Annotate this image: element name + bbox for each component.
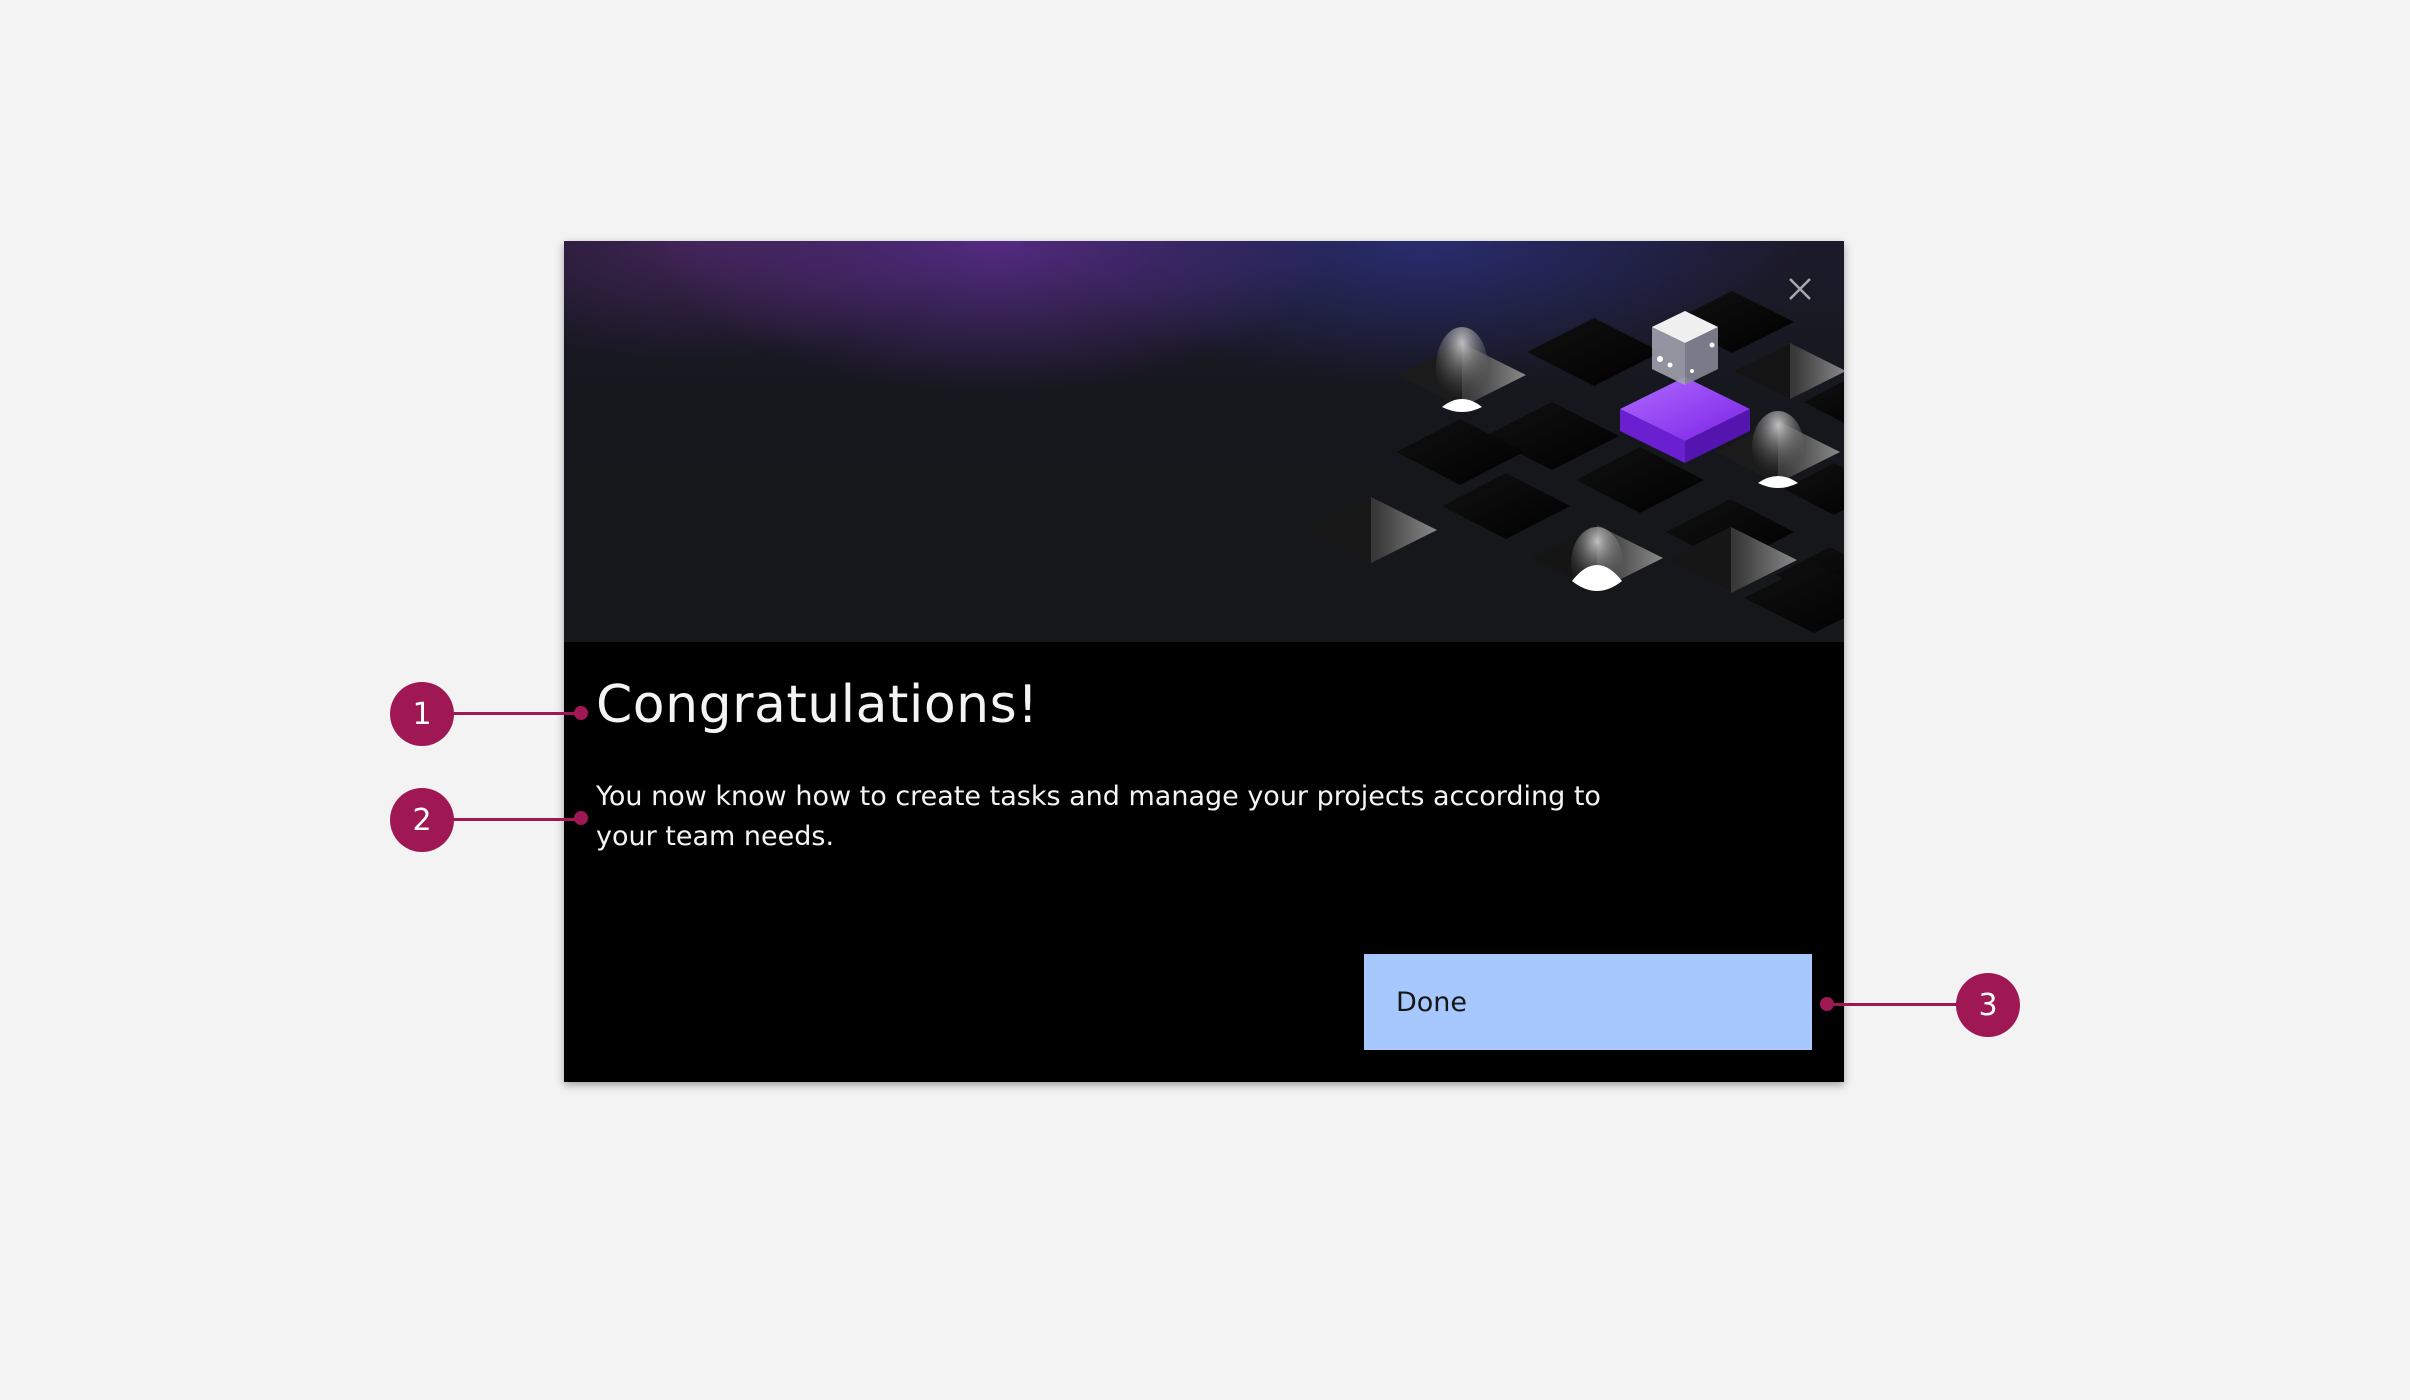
- annotation-line-3: [1826, 1003, 1960, 1006]
- modal-dialog: Congratulations! You now know how to cre…: [564, 241, 1844, 1082]
- annotation-dot-1: [574, 706, 588, 720]
- annotation-badge-2: 2: [390, 788, 454, 852]
- modal-body: You now know how to create tasks and man…: [596, 781, 1601, 852]
- modal-title: Congratulations!: [596, 675, 1039, 735]
- close-button[interactable]: [1780, 269, 1820, 309]
- close-icon: [1789, 278, 1811, 300]
- annotation-line-1: [452, 712, 582, 715]
- annotation-badge-3: 3: [1956, 973, 2020, 1037]
- annotation-badge-1: 1: [390, 682, 454, 746]
- isometric-grid-illustration: [1305, 291, 1844, 633]
- annotation-dot-2: [574, 811, 588, 825]
- modal-header-image: [564, 241, 1844, 642]
- done-button[interactable]: Done: [1364, 954, 1812, 1050]
- annotation-line-2: [452, 818, 582, 821]
